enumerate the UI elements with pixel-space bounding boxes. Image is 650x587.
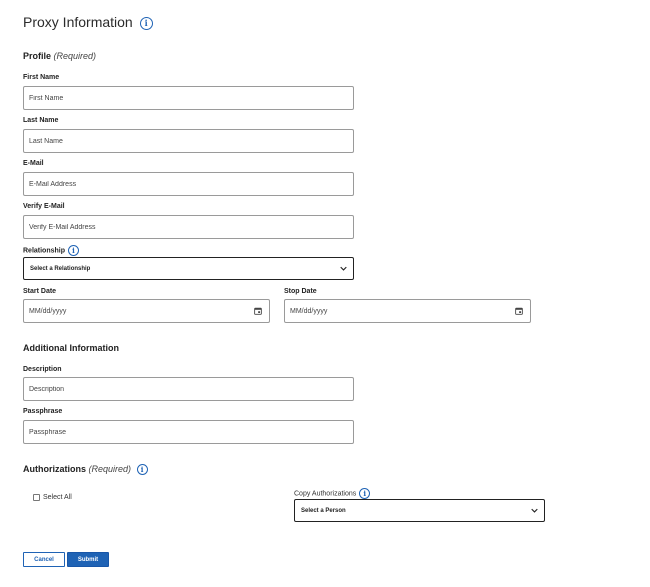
- calendar-icon[interactable]: [254, 307, 262, 315]
- first-name-label: First Name: [23, 74, 60, 81]
- start-date-placeholder: MM/dd/yyyy: [29, 307, 67, 315]
- page-title-row: Proxy Information i: [23, 14, 153, 30]
- relationship-select[interactable]: Select a Relationship: [23, 257, 354, 280]
- copy-authorizations-label-row: Copy Authorizations i: [294, 488, 371, 499]
- start-date-label: Start Date: [23, 288, 57, 295]
- description-label: Description: [23, 366, 62, 373]
- email-input[interactable]: [23, 172, 354, 196]
- authorizations-heading: Authorizations (Required) i: [23, 464, 148, 476]
- copy-authorizations-select[interactable]: Select a Person: [294, 499, 545, 522]
- page-title: Proxy Information: [23, 14, 133, 30]
- calendar-icon[interactable]: [515, 307, 523, 315]
- first-name-input[interactable]: [23, 86, 354, 110]
- cancel-button[interactable]: Cancel: [23, 552, 65, 567]
- last-name-input[interactable]: [23, 129, 354, 153]
- email-label: E-Mail: [23, 160, 44, 167]
- submit-button[interactable]: Submit: [67, 552, 109, 567]
- copy-authorizations-label: Copy Authorizations: [294, 490, 357, 498]
- select-all-row[interactable]: Select All: [33, 494, 72, 501]
- relationship-label: Relationship: [23, 247, 66, 255]
- description-input[interactable]: [23, 377, 354, 401]
- verify-email-label: Verify E-Mail: [23, 203, 65, 210]
- last-name-label: Last Name: [23, 117, 59, 124]
- stop-date-input[interactable]: MM/dd/yyyy: [284, 299, 531, 323]
- chevron-down-icon: [531, 508, 538, 513]
- select-all-checkbox[interactable]: [33, 494, 40, 501]
- verify-email-input[interactable]: [23, 215, 354, 239]
- select-all-label: Select All: [43, 494, 72, 501]
- relationship-label-row: Relationship i: [23, 245, 79, 256]
- copy-authorizations-selected: Select a Person: [301, 507, 346, 514]
- chevron-down-icon: [340, 266, 347, 271]
- info-icon[interactable]: i: [359, 488, 371, 499]
- profile-heading: Profile (Required): [23, 51, 97, 61]
- passphrase-input[interactable]: [23, 420, 354, 444]
- start-date-input[interactable]: MM/dd/yyyy: [23, 299, 270, 323]
- passphrase-label: Passphrase: [23, 408, 63, 415]
- stop-date-label: Stop Date: [284, 288, 317, 295]
- required-label: (Required): [53, 51, 97, 61]
- stop-date-placeholder: MM/dd/yyyy: [290, 307, 328, 315]
- info-icon[interactable]: i: [67, 245, 79, 256]
- required-label: (Required): [88, 464, 132, 474]
- info-icon[interactable]: i: [139, 16, 153, 30]
- info-icon[interactable]: i: [136, 464, 148, 476]
- additional-info-heading: Additional Information: [23, 343, 119, 353]
- relationship-selected: Select a Relationship: [30, 265, 91, 272]
